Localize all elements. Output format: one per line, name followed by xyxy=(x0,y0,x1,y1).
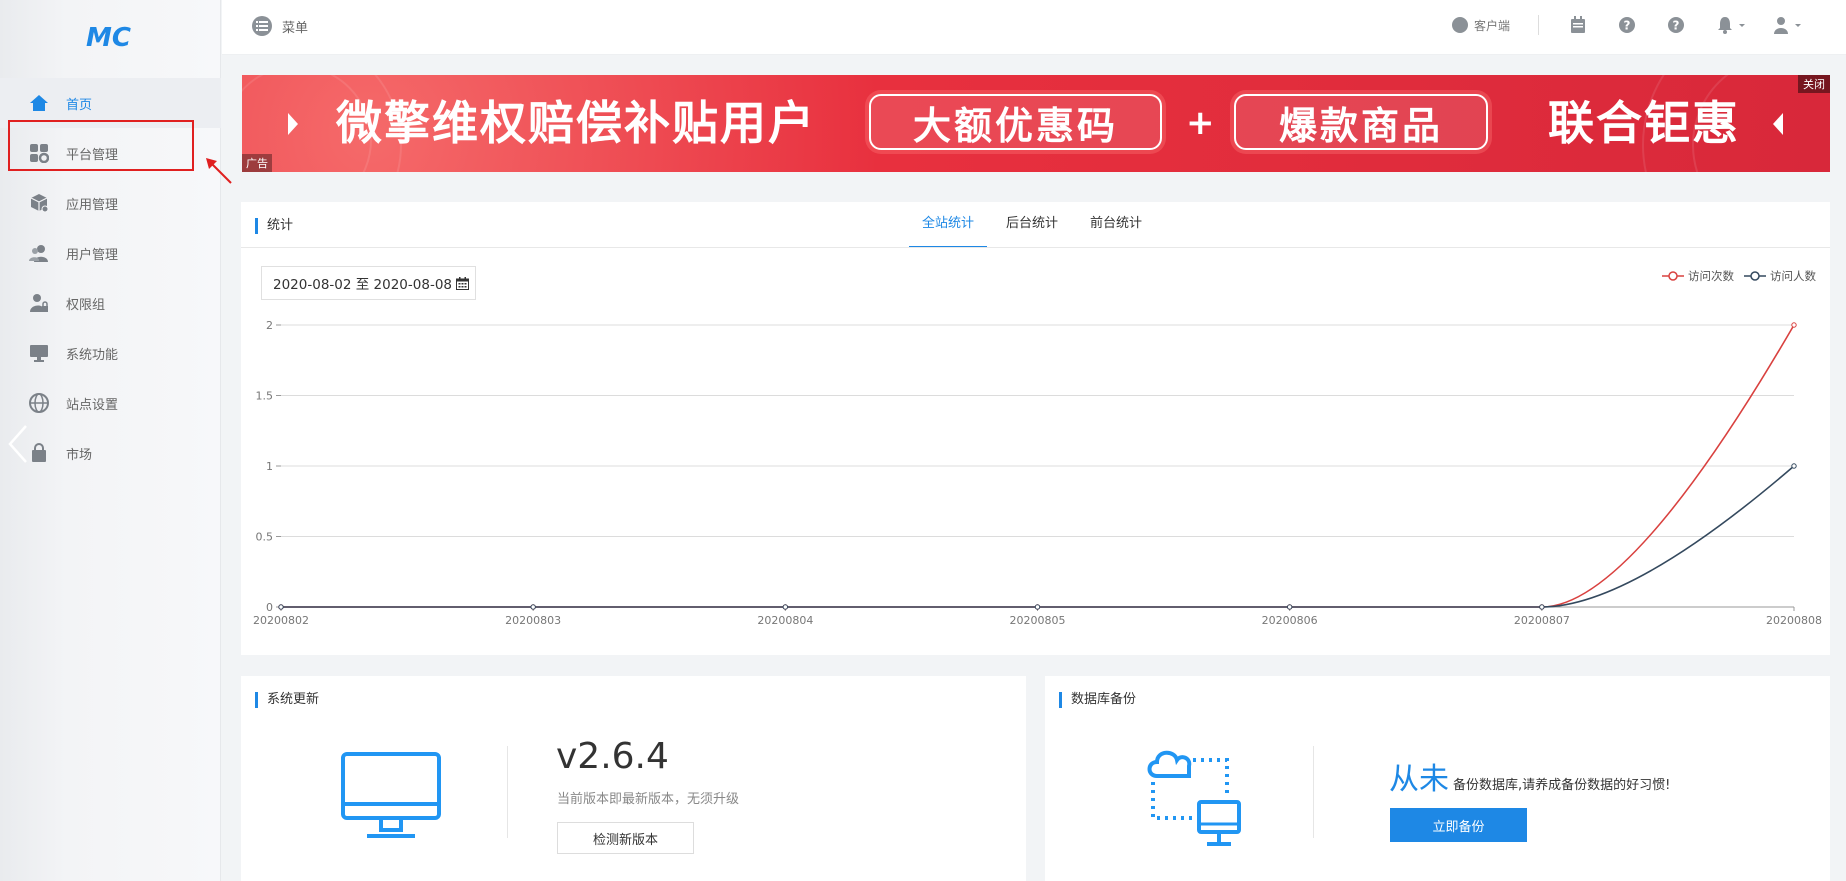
banner-plus: + xyxy=(1186,103,1215,143)
data-point xyxy=(530,604,536,610)
annotation-arrow-icon xyxy=(206,158,232,184)
data-point xyxy=(1791,322,1797,328)
svg-text:?: ? xyxy=(1624,19,1631,33)
y-tick-label: 0 xyxy=(266,601,273,614)
globe-icon xyxy=(28,392,50,414)
data-point xyxy=(278,604,284,610)
sidebar-item-label: 首页 xyxy=(66,97,93,113)
monitor-icon xyxy=(341,752,441,838)
visits-line-chart: 0 0.5 1 1.5 2 20200802 20200803 20200804 2020080… xyxy=(253,319,1822,627)
version-number: v2.6.4 xyxy=(556,736,669,777)
sidebar: MC 首页 平台管理 应用管理 用户管理 权限组 系统功能 站点设置 市场 xyxy=(0,0,221,881)
logo[interactable]: MC xyxy=(84,20,136,53)
user-lock-icon xyxy=(28,292,50,314)
system-update-card: 系统更新 v2.6.4 当前版本即最新版本，无须升级 检测新版本 xyxy=(241,676,1026,881)
annotation-highlight-box xyxy=(8,120,194,171)
banner-tagline: 联合钜惠 xyxy=(1548,96,1740,150)
logo-icon: MC xyxy=(86,23,131,53)
data-point xyxy=(782,604,789,610)
banner-headline: 微擎维权赔偿补贴用户 xyxy=(336,96,816,150)
cloud-backup-icon xyxy=(1147,750,1241,846)
sidebar-item-users[interactable]: 用户管理 xyxy=(0,228,221,278)
backup-status: 从未 备份数据库,请养成备份数据的好习惯! xyxy=(1389,754,1670,798)
client-button[interactable]: 客户端 xyxy=(1451,17,1510,34)
menu-label: 菜单 xyxy=(282,20,309,36)
sidebar-item-site-settings[interactable]: 站点设置 xyxy=(0,378,221,428)
home-icon xyxy=(28,92,50,114)
data-point xyxy=(1286,604,1293,610)
backup-now-button[interactable]: 立即备份 xyxy=(1390,808,1527,842)
data-point xyxy=(1539,604,1545,610)
data-point xyxy=(1034,604,1041,610)
sidebar-item-label: 权限组 xyxy=(66,297,106,313)
client-label: 客户端 xyxy=(1473,18,1510,33)
backup-status-text: 备份数据库,请养成备份数据的好习惯! xyxy=(1453,778,1671,793)
banner-right-arrow-icon xyxy=(1773,113,1783,135)
users-icon xyxy=(28,242,50,264)
menu-button[interactable]: 菜单 xyxy=(252,16,308,36)
shopping-bag-icon xyxy=(28,442,50,464)
sidebar-item-label: 站点设置 xyxy=(66,397,119,413)
x-tick-label: 20200804 xyxy=(757,614,813,627)
x-tick-label: 20200807 xyxy=(1514,614,1570,627)
banner-pill-products: 爆款商品 xyxy=(1234,94,1488,150)
package-icon xyxy=(28,192,50,214)
calendar-note-icon[interactable] xyxy=(1567,14,1589,36)
backup-status-big: 从未 xyxy=(1389,762,1449,797)
banner-ad-tag: 广告 xyxy=(242,154,272,172)
topbar-actions: 客户端 ? ? xyxy=(1451,14,1826,36)
topbar-divider xyxy=(1538,15,1539,35)
menu-list-icon xyxy=(252,16,272,36)
sidebar-item-label: 系统功能 xyxy=(66,347,119,363)
svg-text:MC: MC xyxy=(86,23,131,52)
banner-left-arrow-icon xyxy=(288,113,298,135)
sidebar-item-label: 用户管理 xyxy=(66,247,119,263)
y-tick-label: 1.5 xyxy=(256,390,274,403)
banner-pill-coupon: 大额优惠码 xyxy=(869,94,1162,150)
sidebar-item-market[interactable]: 市场 xyxy=(0,428,221,478)
ad-banner[interactable]: 微擎维权赔偿补贴用户 大额优惠码 + 爆款商品 联合钜惠 关闭 广告 xyxy=(242,75,1830,172)
x-tick-label: 20200802 xyxy=(253,614,309,627)
update-title: 系统更新 xyxy=(255,692,319,708)
help-icon-2[interactable]: ? xyxy=(1665,14,1687,36)
stats-card: 统计 全站统计 后台统计 前台统计 2020-08-02 至 2020-08-0… xyxy=(241,202,1830,655)
y-tick-label: 0.5 xyxy=(256,531,274,544)
backup-title: 数据库备份 xyxy=(1059,692,1136,708)
x-tick-label: 20200805 xyxy=(1010,614,1066,627)
x-tick-label: 20200806 xyxy=(1262,614,1318,627)
banner-close-button[interactable]: 关闭 xyxy=(1798,75,1830,93)
sidebar-item-label: 市场 xyxy=(66,447,93,463)
chevron-left-icon[interactable] xyxy=(6,424,30,464)
client-icon xyxy=(1451,17,1468,33)
version-note: 当前版本即最新版本，无须升级 xyxy=(557,792,740,807)
help-icon[interactable]: ? xyxy=(1616,14,1638,36)
data-point xyxy=(1791,463,1797,469)
svg-text:?: ? xyxy=(1673,19,1680,33)
topbar: 菜单 客户端 ? ? xyxy=(222,0,1846,55)
database-backup-card: 数据库备份 从未 备份数据库,请养成备份数据的好习惯! 立即备份 xyxy=(1045,676,1830,881)
sidebar-item-system[interactable]: 系统功能 xyxy=(0,328,221,378)
sidebar-item-apps[interactable]: 应用管理 xyxy=(0,178,221,228)
notification-bell-icon[interactable] xyxy=(1714,14,1750,36)
sidebar-item-label: 应用管理 xyxy=(66,197,119,213)
x-tick-label: 20200808 xyxy=(1766,614,1822,627)
check-update-button[interactable]: 检测新版本 xyxy=(557,822,694,854)
x-tick-label: 20200803 xyxy=(505,614,561,627)
user-menu-icon[interactable] xyxy=(1770,14,1806,36)
update-divider xyxy=(507,746,508,838)
backup-divider xyxy=(1313,746,1314,838)
sidebar-item-permissions[interactable]: 权限组 xyxy=(0,278,221,328)
monitor-icon xyxy=(28,342,50,364)
y-tick-label: 1 xyxy=(266,460,273,473)
y-tick-label: 2 xyxy=(266,319,273,332)
